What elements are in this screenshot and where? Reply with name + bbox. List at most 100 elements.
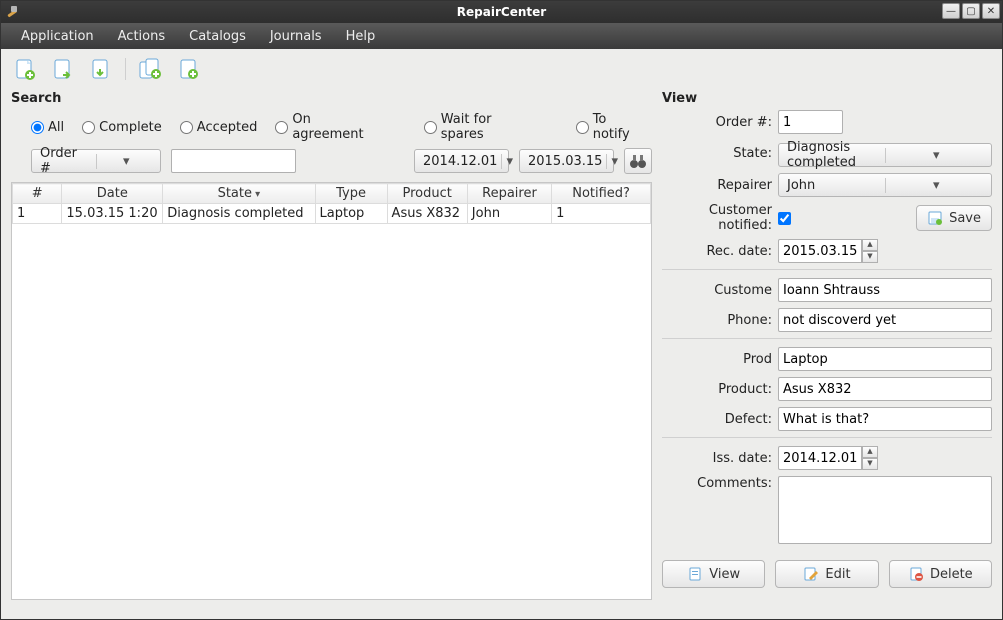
- menu-application[interactable]: Application: [9, 25, 106, 48]
- close-button[interactable]: ✕: [982, 3, 1000, 19]
- spin-up-icon[interactable]: ▲: [862, 446, 878, 458]
- save-button-label: Save: [949, 211, 981, 226]
- cell-product: Asus X832: [387, 204, 467, 224]
- col-type[interactable]: Type: [315, 184, 387, 204]
- filter-all-label: All: [48, 120, 64, 135]
- order-number-label: Order #:: [662, 115, 772, 130]
- date-from-select[interactable]: 2014.12.01 ▾: [414, 149, 509, 173]
- toolbar-docs-add-icon[interactable]: [136, 55, 164, 83]
- toolbar-doc-arrow-icon[interactable]: [49, 55, 77, 83]
- repairer-select[interactable]: John ▾: [778, 173, 992, 197]
- results-table[interactable]: # Date State Type Product Repairer Notif…: [11, 182, 652, 600]
- filter-on-agreement-label: On agreement: [292, 112, 377, 142]
- edit-button-label: Edit: [825, 567, 850, 582]
- search-button[interactable]: [624, 148, 652, 174]
- iss-date-field[interactable]: ▲▼: [778, 446, 878, 470]
- filter-wait-spares-label: Wait for spares: [441, 112, 530, 142]
- col-state[interactable]: State: [163, 184, 315, 204]
- cell-state: Diagnosis completed: [163, 204, 315, 224]
- app-window: RepairCenter — ▢ ✕ Application Actions C…: [0, 0, 1003, 620]
- state-value: Diagnosis completed: [783, 140, 885, 170]
- search-input[interactable]: [171, 149, 296, 173]
- filter-to-notify-label: To notify: [593, 112, 642, 142]
- order-number-field[interactable]: [778, 110, 843, 134]
- chevron-down-icon: ▾: [885, 178, 988, 193]
- window-controls: — ▢ ✕: [942, 3, 1000, 19]
- date-to-select[interactable]: 2015.03.15 ▾: [519, 149, 614, 173]
- product-field[interactable]: [778, 377, 992, 401]
- iss-date-label: Iss. date:: [662, 451, 772, 466]
- view-pane: View Order #: State: Diagnosis completed…: [662, 91, 992, 600]
- menu-catalogs[interactable]: Catalogs: [177, 25, 258, 48]
- customer-field[interactable]: [778, 278, 992, 302]
- state-select[interactable]: Diagnosis completed ▾: [778, 143, 992, 167]
- iss-date-input[interactable]: [778, 446, 862, 470]
- repairer-value: John: [783, 178, 885, 193]
- state-label: State:: [662, 146, 772, 161]
- col-num[interactable]: #: [13, 184, 62, 204]
- filter-to-notify[interactable]: To notify: [576, 112, 642, 142]
- customer-notified-checkbox[interactable]: [778, 212, 791, 225]
- cell-repairer: John: [467, 204, 551, 224]
- filter-complete[interactable]: Complete: [82, 120, 162, 135]
- table-row[interactable]: 1 15.03.15 1:20 Diagnosis completed Lapt…: [13, 204, 651, 224]
- customer-notified-label: Customer notified:: [662, 203, 772, 233]
- view-heading: View: [662, 91, 992, 106]
- rec-date-label: Rec. date:: [662, 244, 772, 259]
- menu-help[interactable]: Help: [334, 25, 388, 48]
- cell-num: 1: [13, 204, 62, 224]
- chevron-down-icon: ▾: [606, 154, 620, 169]
- toolbar-separator: [125, 58, 126, 80]
- delete-button[interactable]: Delete: [889, 560, 992, 588]
- col-date[interactable]: Date: [62, 184, 163, 204]
- col-product[interactable]: Product: [387, 184, 467, 204]
- edit-button[interactable]: Edit: [775, 560, 878, 588]
- search-by-select[interactable]: Order # ▾: [31, 149, 161, 173]
- client-area: Search All Complete Accepted On agreemen…: [1, 49, 1002, 619]
- edit-icon: [803, 566, 819, 582]
- spin-down-icon[interactable]: ▼: [862, 458, 878, 470]
- separator: [662, 269, 992, 270]
- minimize-button[interactable]: —: [942, 3, 960, 19]
- toolbar-doc-down-icon[interactable]: [87, 55, 115, 83]
- filter-complete-label: Complete: [99, 120, 162, 135]
- filter-wait-spares[interactable]: Wait for spares: [424, 112, 530, 142]
- toolbar: [5, 53, 998, 91]
- menubar: Application Actions Catalogs Journals He…: [1, 23, 1002, 49]
- col-repairer[interactable]: Repairer: [467, 184, 551, 204]
- delete-icon: [908, 566, 924, 582]
- view-button[interactable]: View: [662, 560, 765, 588]
- phone-field[interactable]: [778, 308, 992, 332]
- prod-label: Prod: [662, 352, 772, 367]
- spin-up-icon[interactable]: ▲: [862, 239, 878, 251]
- filter-on-agreement[interactable]: On agreement: [275, 112, 377, 142]
- rec-date-input[interactable]: [778, 239, 862, 263]
- customer-label: Custome: [662, 283, 772, 298]
- filter-all[interactable]: All: [31, 120, 64, 135]
- comments-label: Comments:: [662, 476, 772, 491]
- save-icon: [927, 210, 943, 226]
- toolbar-new-doc-icon[interactable]: [11, 55, 39, 83]
- toolbar-doc-add-icon[interactable]: [174, 55, 202, 83]
- menu-journals[interactable]: Journals: [258, 25, 334, 48]
- delete-button-label: Delete: [930, 567, 973, 582]
- maximize-button[interactable]: ▢: [962, 3, 980, 19]
- action-buttons: View Edit Delete: [662, 560, 992, 588]
- prod-field[interactable]: [778, 347, 992, 371]
- save-button[interactable]: Save: [916, 205, 992, 231]
- app-icon: [5, 4, 21, 20]
- col-notified[interactable]: Notified?: [552, 184, 651, 204]
- filter-accepted[interactable]: Accepted: [180, 120, 258, 135]
- spin-down-icon[interactable]: ▼: [862, 251, 878, 263]
- rec-date-field[interactable]: ▲▼: [778, 239, 878, 263]
- date-from-value: 2014.12.01: [419, 154, 501, 169]
- chevron-down-icon: ▾: [885, 148, 988, 163]
- binoculars-icon: [629, 152, 647, 170]
- comments-field[interactable]: [778, 476, 992, 544]
- defect-field[interactable]: [778, 407, 992, 431]
- cell-notified: 1: [552, 204, 651, 224]
- cell-type: Laptop: [315, 204, 387, 224]
- menu-actions[interactable]: Actions: [106, 25, 178, 48]
- document-icon: [687, 566, 703, 582]
- search-heading: Search: [11, 91, 652, 106]
